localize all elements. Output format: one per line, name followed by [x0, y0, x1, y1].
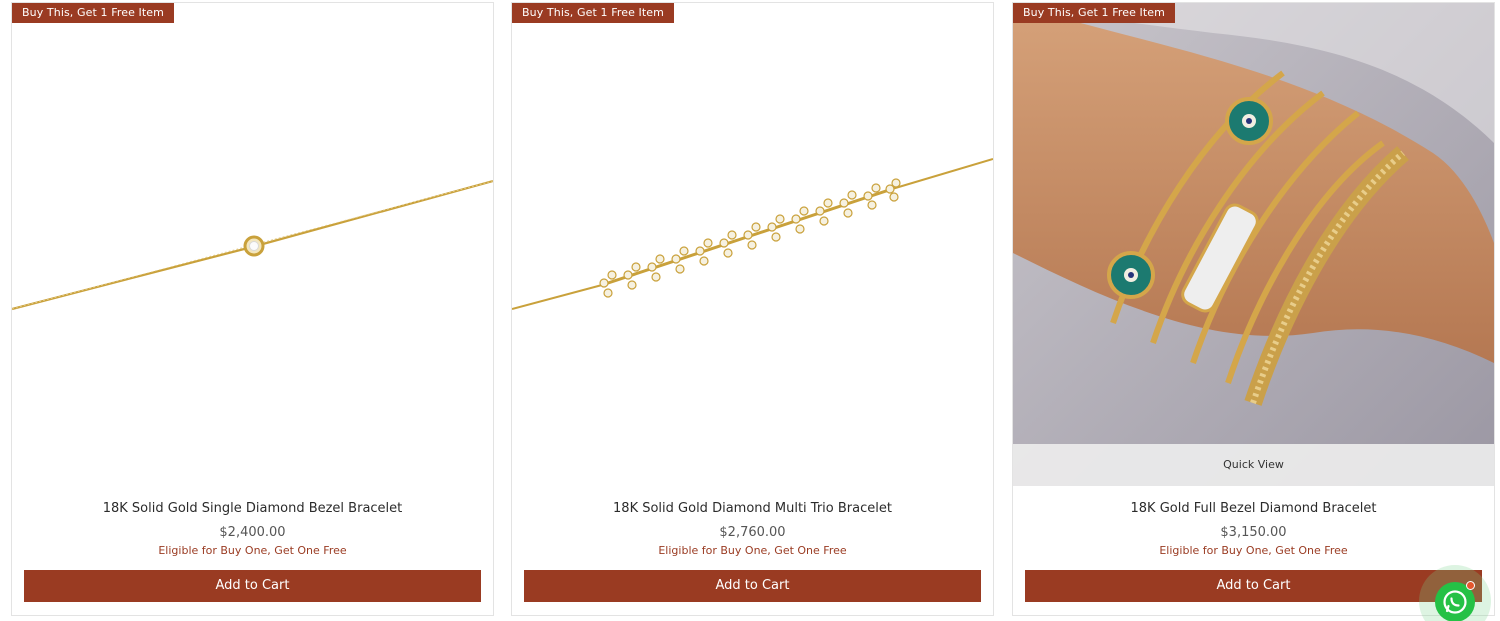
product-price: $2,760.00 — [719, 525, 786, 540]
promo-badge: Buy This, Get 1 Free Item — [512, 3, 674, 23]
promo-text: Eligible for Buy One, Get One Free — [158, 544, 347, 557]
product-image[interactable]: Buy This, Get 1 Free Item — [12, 3, 493, 486]
product-card[interactable]: Buy This, Get 1 Free Item — [511, 2, 994, 616]
add-to-cart-button[interactable]: Add to Cart — [1025, 570, 1482, 602]
promo-text: Eligible for Buy One, Get One Free — [1159, 544, 1348, 557]
wrist-photo — [1013, 3, 1494, 486]
promo-text: Eligible for Buy One, Get One Free — [658, 544, 847, 557]
product-price: $2,400.00 — [219, 525, 286, 540]
product-title[interactable]: 18K Solid Gold Diamond Multi Trio Bracel… — [512, 501, 993, 516]
product-image[interactable]: Buy This, Get 1 Free Item — [1013, 3, 1494, 486]
bracelet-image — [12, 179, 493, 311]
add-to-cart-button[interactable]: Add to Cart — [524, 570, 981, 602]
promo-badge: Buy This, Get 1 Free Item — [1013, 3, 1175, 23]
product-card[interactable]: Buy This, Get 1 Free Item — [1012, 2, 1495, 616]
product-card[interactable]: Buy This, Get 1 Free Item 18K Solid Gold… — [11, 2, 494, 616]
promo-badge: Buy This, Get 1 Free Item — [12, 3, 174, 23]
product-price: $3,150.00 — [1220, 525, 1287, 540]
product-title[interactable]: 18K Gold Full Bezel Diamond Bracelet — [1013, 501, 1494, 516]
quick-view-button[interactable]: Quick View — [1013, 444, 1494, 486]
product-title[interactable]: 18K Solid Gold Single Diamond Bezel Brac… — [12, 501, 493, 516]
product-grid: Buy This, Get 1 Free Item 18K Solid Gold… — [0, 0, 1500, 621]
bracelet-image — [512, 158, 993, 310]
notification-dot — [1466, 581, 1475, 590]
product-image[interactable]: Buy This, Get 1 Free Item — [512, 3, 993, 486]
add-to-cart-button[interactable]: Add to Cart — [24, 570, 481, 602]
